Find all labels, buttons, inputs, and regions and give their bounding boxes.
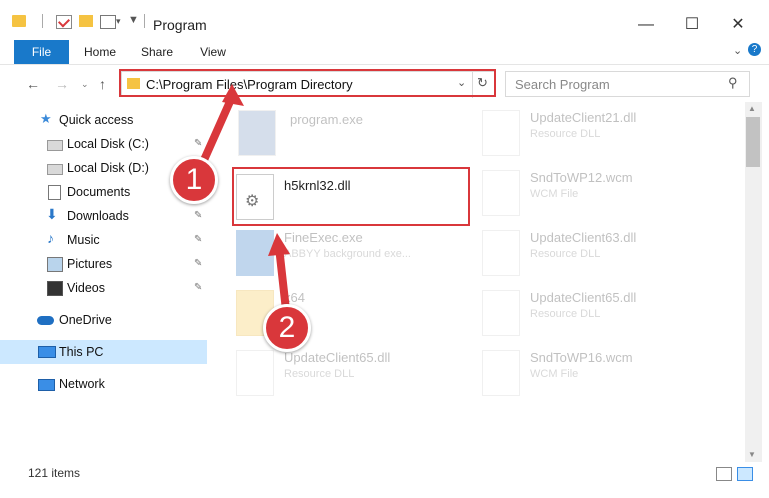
- details-view-icon[interactable]: [716, 467, 732, 481]
- large-icons-view-icon[interactable]: [737, 467, 753, 481]
- status-bar: 121 items: [0, 462, 769, 486]
- arrow-to-file: [275, 243, 290, 314]
- annotation-arrows: [200, 84, 290, 314]
- arrowhead-file: [268, 233, 290, 256]
- arrow-to-address: [200, 93, 236, 164]
- item-count: 121 items: [28, 466, 81, 480]
- step-badge-1: 1: [170, 156, 218, 204]
- step-badge-2: 2: [263, 304, 311, 352]
